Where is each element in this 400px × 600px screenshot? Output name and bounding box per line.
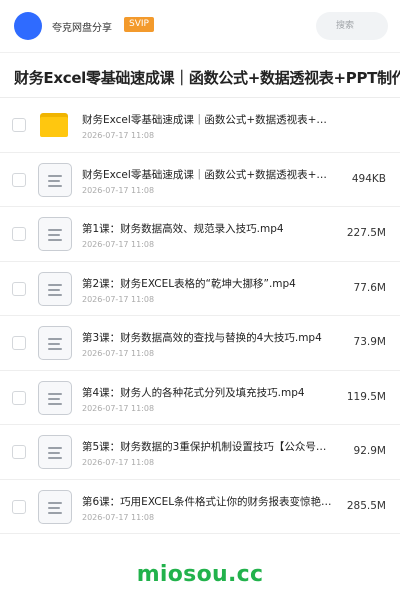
file-name[interactable]: 第6课：巧用EXCEL条件格式让你的财务报表变惊艳… bbox=[82, 494, 334, 509]
folder-icon bbox=[38, 108, 72, 142]
row-checkbox[interactable] bbox=[12, 445, 26, 459]
file-name[interactable]: 第1课：财务数据高效、规范录入技巧.mp4 bbox=[82, 221, 334, 236]
file-size: 494KB bbox=[351, 172, 386, 185]
page-title: 财务Excel零基础速成课｜函数公式+数据透视表+PPT制作 bbox=[14, 69, 400, 87]
document-icon bbox=[38, 162, 72, 197]
file-list: 财务Excel零基础速成课｜函数公式+数据透视表+… 2026-07-17 11:… bbox=[0, 98, 400, 534]
file-row[interactable]: 第1课：财务数据高效、规范录入技巧.mp4 2026-07-17 11:08 227… bbox=[0, 207, 400, 262]
file-date: 2026-07-17 11:08 bbox=[82, 403, 155, 413]
search-input[interactable] bbox=[316, 12, 388, 40]
file-size: 227.5M bbox=[346, 227, 386, 239]
file-row[interactable]: 财务Excel零基础速成课｜函数公式+数据透视表+… 2026-07-17 11:… bbox=[0, 98, 400, 153]
document-icon bbox=[38, 489, 72, 524]
file-name[interactable]: 第3课：财务数据高效的查找与替换的4大技巧.mp4 bbox=[82, 330, 334, 345]
file-date: 2026-07-17 11:08 bbox=[82, 240, 155, 249]
file-row[interactable]: 第2课：财务EXCEL表格的“乾坤大挪移”.mp4 2026-07-17 11:0… bbox=[0, 262, 400, 316]
row-checkbox[interactable] bbox=[12, 499, 26, 514]
document-icon bbox=[38, 217, 72, 251]
header: 夸克网盘分享 SVIP bbox=[0, 0, 400, 52]
row-checkbox[interactable] bbox=[12, 281, 26, 296]
file-date: 2026-07-17 11:08 bbox=[82, 349, 155, 358]
file-name[interactable]: 第5课：财务数据的3重保护机制设置技巧【公众号：密… bbox=[82, 439, 334, 454]
row-checkbox[interactable] bbox=[12, 172, 26, 187]
file-size: 285.5M bbox=[346, 499, 386, 512]
file-row[interactable]: 第4课：财务人的各种花式分列及填充技巧.mp4 2026-07-17 11:08 1… bbox=[0, 371, 400, 425]
file-date: 2026-07-17 11:08 bbox=[82, 185, 155, 195]
file-row[interactable]: 第3课：财务数据高效的查找与替换的4大技巧.mp4 2026-07-17 11:0… bbox=[0, 316, 400, 371]
file-row[interactable]: 财务Excel零基础速成课｜函数公式+数据透视表+… 2026-07-17 11:… bbox=[0, 153, 400, 207]
file-name[interactable]: 财务Excel零基础速成课｜函数公式+数据透视表+… bbox=[82, 167, 334, 182]
row-checkbox[interactable] bbox=[12, 118, 26, 132]
row-checkbox[interactable] bbox=[12, 227, 26, 241]
title-bar: 财务Excel零基础速成课｜函数公式+数据透视表+PPT制作 bbox=[0, 52, 400, 98]
file-date: 2026-07-17 11:08 bbox=[82, 294, 155, 304]
file-size: 77.6M bbox=[353, 281, 386, 294]
row-checkbox[interactable] bbox=[12, 390, 26, 405]
document-icon bbox=[38, 380, 72, 415]
file-size: 119.5M bbox=[346, 390, 386, 403]
file-date: 2026-07-17 11:08 bbox=[82, 512, 155, 522]
document-icon bbox=[38, 271, 72, 306]
file-name[interactable]: 第2课：财务EXCEL表格的“乾坤大挪移”.mp4 bbox=[82, 276, 334, 291]
watermark: miosou.cc bbox=[136, 562, 264, 587]
file-date: 2026-07-17 11:08 bbox=[82, 131, 155, 140]
document-icon bbox=[38, 435, 72, 469]
file-date: 2026-07-17 11:08 bbox=[82, 458, 155, 467]
share-name: 夸克网盘分享 bbox=[52, 23, 112, 34]
avatar[interactable] bbox=[14, 12, 42, 40]
file-name[interactable]: 第4课：财务人的各种花式分列及填充技巧.mp4 bbox=[82, 385, 334, 400]
file-size: 92.9M bbox=[353, 445, 386, 457]
file-row[interactable]: 第5课：财务数据的3重保护机制设置技巧【公众号：密… 2026-07-17 11:… bbox=[0, 425, 400, 480]
file-row[interactable]: 第6课：巧用EXCEL条件格式让你的财务报表变惊艳… 2026-07-17 11:… bbox=[0, 480, 400, 534]
document-icon bbox=[38, 326, 72, 360]
file-name[interactable]: 财务Excel零基础速成课｜函数公式+数据透视表+… bbox=[82, 112, 334, 127]
row-checkbox[interactable] bbox=[12, 336, 26, 350]
svip-badge: SVIP bbox=[124, 17, 154, 32]
file-size: 73.9M bbox=[353, 336, 386, 348]
